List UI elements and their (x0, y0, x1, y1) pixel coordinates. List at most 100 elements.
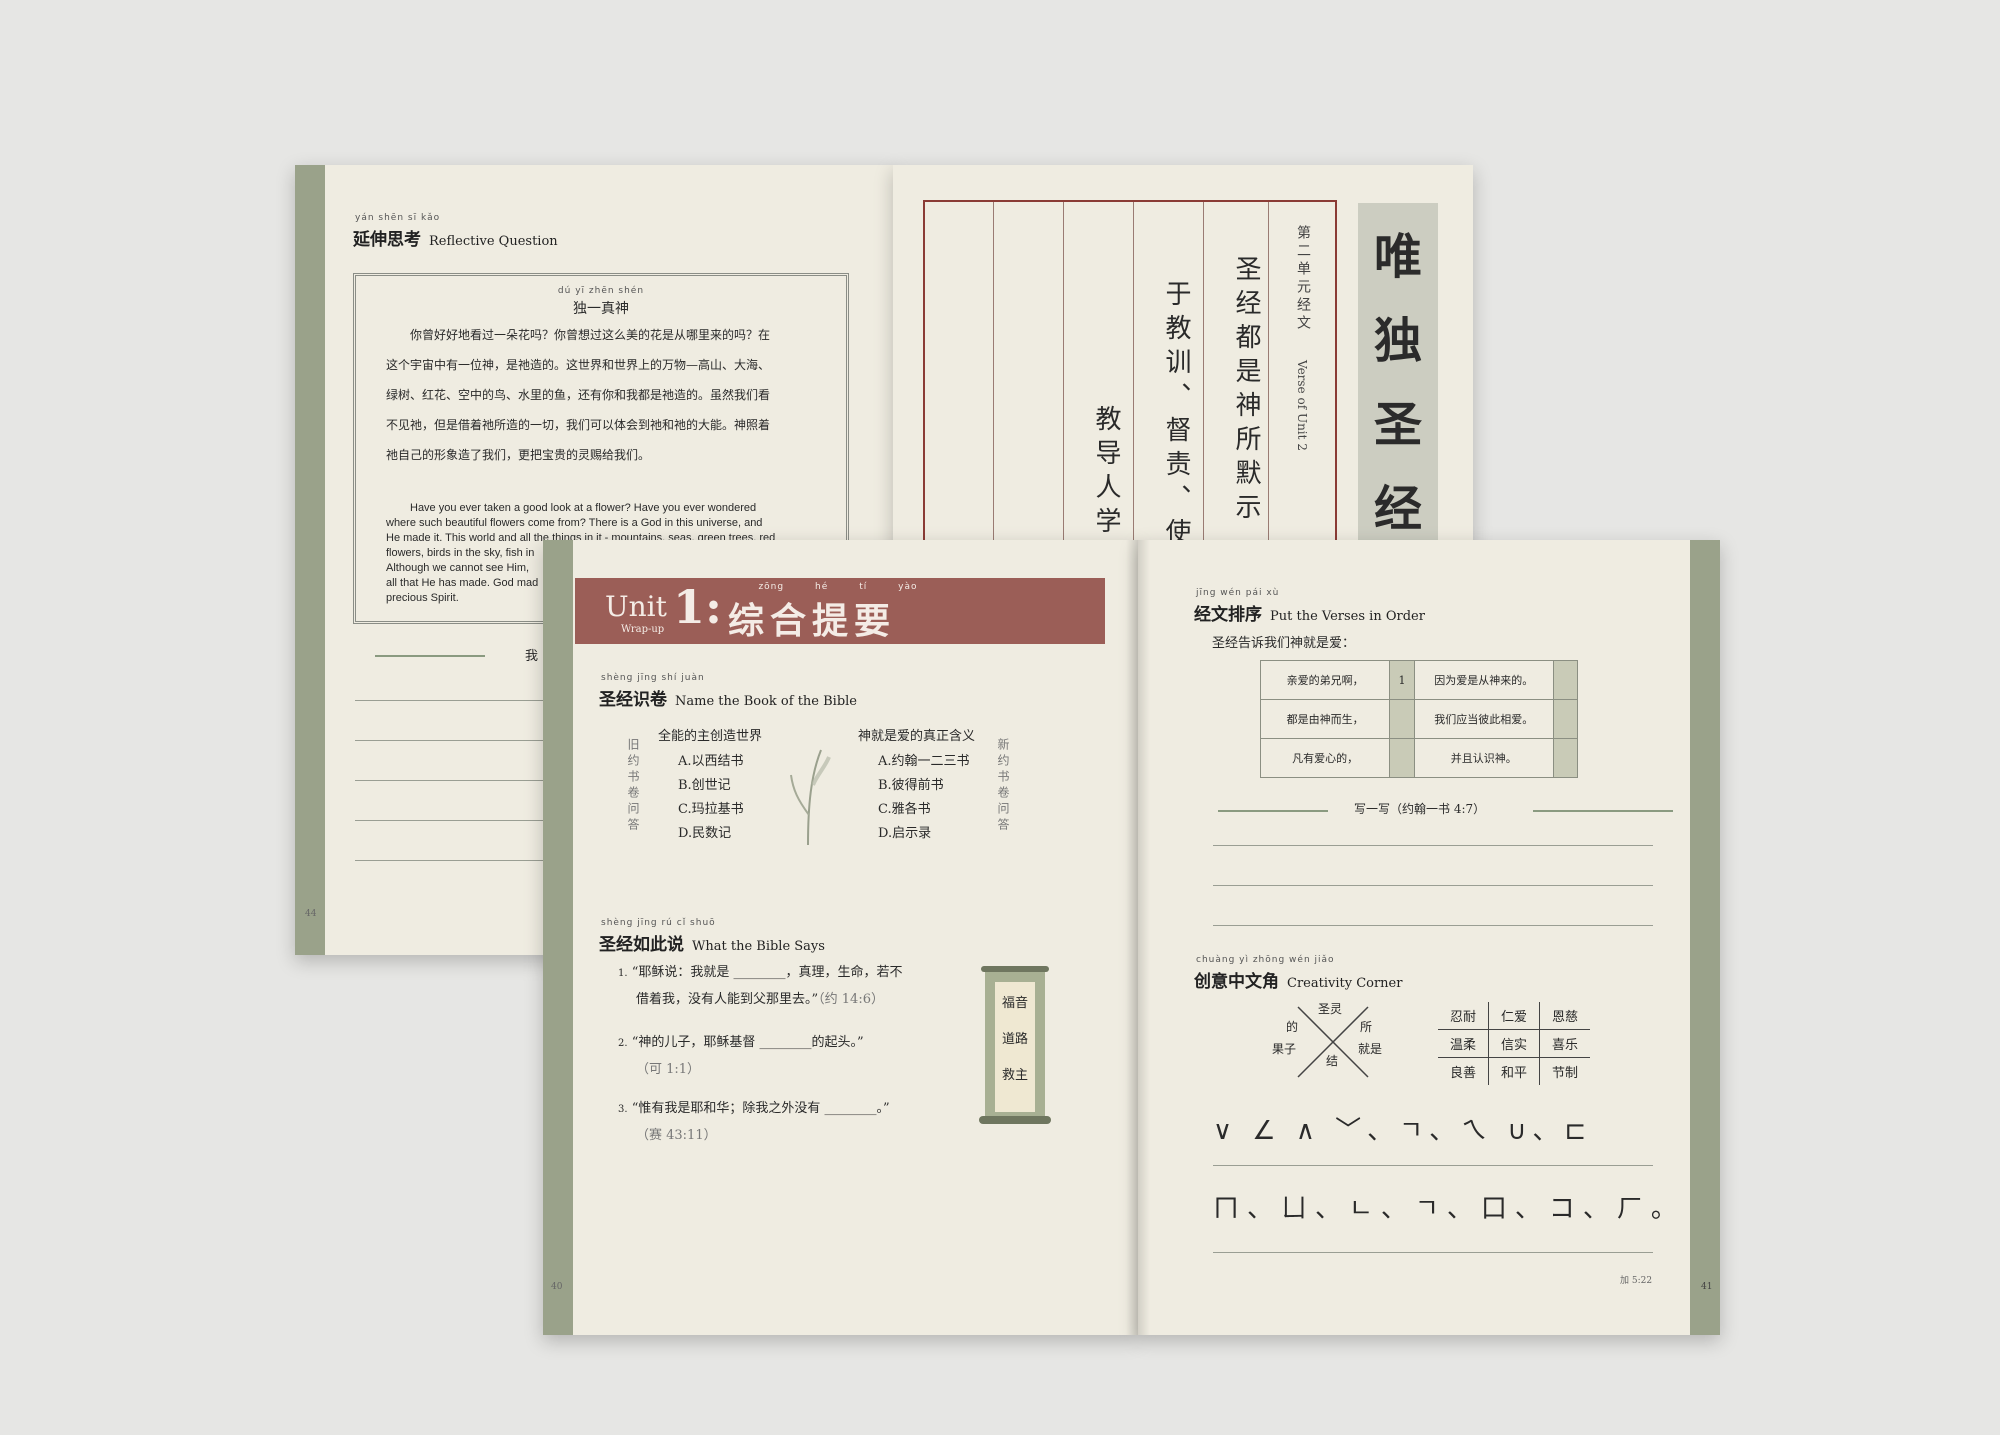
heading-en: Name the Book of the Bible (675, 694, 857, 709)
book-mockup-scene: yán shēn sī kǎo 延伸思考 Reflective Question … (0, 0, 2000, 1435)
verse-fragment: 我们应当彼此相爱。 (1413, 699, 1554, 739)
column-rule (1133, 202, 1134, 565)
page-edge-band (543, 540, 573, 1335)
table-row: 凡有爱心的， 并且认识神。 (1259, 738, 1579, 778)
order-box[interactable]: 1 (1389, 660, 1415, 700)
table-row: 忍耐 仁爱 恩慈 (1438, 1002, 1591, 1030)
item-line: “耶稣说：我就是 ________，真理，生命，若不 (631, 965, 903, 980)
option: A.约翰一二三书 (878, 754, 970, 769)
verse-order-prompt: 圣经告诉我们神就是爱： (1212, 636, 1356, 651)
zh-line: 祂自己的形象造了我们，更把宝贵的灵赐给我们。 (386, 448, 651, 462)
front-book-left-page: Unit Wrap-up 1: zōng hé tí yào 综合提要 shèn… (543, 540, 1138, 1335)
question-1: 全能的主创造世界 (658, 729, 763, 744)
option: A.以西结书 (678, 754, 744, 769)
scroll-word: 福音 (1001, 996, 1028, 1011)
item-ref: （赛 43:11） (636, 1128, 717, 1143)
scroll-word: 道路 (1001, 1032, 1028, 1047)
item-line: “神的儿子，耶稣基督 ________的起头。” (631, 1035, 864, 1050)
verse-fragment: 因为爱是从神来的。 (1413, 660, 1554, 700)
zh-paragraph: 你曾好好地看过一朵花吗？你曾想过这么美的花是从哪里来的吗？在 这个宇宙中有一位神… (386, 320, 826, 470)
banner-unit-sub: Wrap-up (621, 624, 665, 635)
banner-unit-word: Unit (605, 590, 667, 623)
unit-label-en: Verse of Unit 2 (1295, 360, 1309, 451)
grid-word: 忍耐 (1438, 1002, 1490, 1030)
grid-word: 仁爱 (1488, 1002, 1541, 1030)
divider-line (1218, 810, 1328, 812)
shape-row-2: ㄇ、ㄩ、ㄴ、ㄱ、口、コ、ㄏ。 (1213, 1194, 1685, 1224)
order-box[interactable] (1552, 660, 1579, 700)
verse-fragment: 凡有爱心的， (1259, 738, 1391, 778)
heading-en: Creativity Corner (1287, 976, 1403, 991)
order-box[interactable] (1552, 738, 1579, 778)
spine-shadow (1126, 540, 1150, 1335)
table-row: 良善 和平 节制 (1438, 1057, 1590, 1085)
option: B.创世记 (678, 778, 731, 793)
table-row: 都是由神而生， 我们应当彼此相爱。 (1259, 699, 1579, 739)
option: D.民数记 (678, 826, 732, 841)
scroll-word: 救主 (1001, 1068, 1028, 1083)
zh-line: 这个宇宙中有一位神，是祂造的。这世界和世界上的万物—高山、大海、 (386, 358, 771, 372)
section-pinyin: shèng jīng rú cǐ shuō (601, 918, 716, 928)
banner-unit-number: 1: (673, 580, 722, 634)
scroll-bottom-rod (979, 1116, 1051, 1124)
banner-pinyin-syllable: tí (859, 582, 868, 592)
shape-row-1: ∨ ∠ ∧ ﹀、ㄱ、ㄟ ∪、⊏ (1213, 1116, 1593, 1146)
verse-reference: 加 5:22 (1620, 1276, 1653, 1286)
verse-fragment: 亲爱的弟兄啊， (1259, 660, 1391, 700)
writing-line (1213, 925, 1653, 926)
heading-zh: 经文排序 (1194, 605, 1262, 625)
page-edge-band (1690, 540, 1720, 1335)
calligraphy-char: 唯 (1373, 229, 1422, 285)
writing-line (1213, 1252, 1653, 1253)
heading-zh: 创意中文角 (1194, 972, 1279, 992)
calligraphy-char: 经 (1373, 481, 1422, 537)
heading-zh: 圣经如此说 (599, 935, 684, 955)
order-box[interactable] (1552, 699, 1579, 739)
zh-line: 你曾好好地看过一朵花吗？你曾想过这么美的花是从哪里来的吗？在 (410, 328, 771, 342)
option: C.玛拉基书 (678, 802, 744, 817)
verse-column-2: 于教训、督责、使 (1161, 280, 1191, 552)
calligraphy-title: 唯 独 圣 经 (1365, 215, 1431, 551)
option: B.彼得前书 (878, 778, 944, 793)
grid-word: 恩慈 (1539, 1002, 1591, 1030)
item-number: 1. (618, 968, 628, 979)
grid-word: 喜乐 (1539, 1029, 1591, 1058)
verse-order-heading: 经文排序 Put the Verses in Order (1194, 600, 1425, 625)
zh-line: 不见祂，但是借着祂所造的一切，我们可以体会到祂和祂的大能。神照着 (386, 418, 771, 432)
divider-line (1533, 810, 1673, 812)
banner-pinyin: zōng hé tí yào (743, 582, 933, 592)
section-pinyin: jīng wén pái xù (1196, 588, 1280, 598)
hanging-scroll: 福音 道路 救主 (979, 958, 1051, 1128)
page-edge-band (295, 165, 325, 955)
verse-frame (923, 200, 1337, 565)
writing-line (1213, 845, 1653, 846)
grid-word: 节制 (1552, 1066, 1579, 1081)
order-box[interactable] (1389, 699, 1415, 739)
section-pinyin: chuàng yì zhōng wén jiǎo (1196, 955, 1335, 965)
writing-line (1213, 885, 1653, 886)
writing-line (1213, 1165, 1653, 1166)
what-the-bible-says-heading: 圣经如此说 What the Bible Says (599, 930, 825, 955)
cross-word-left-top: 的 (1286, 1020, 1299, 1034)
old-testament-label: 旧约书卷问答 (626, 738, 640, 834)
box-title: 独一真神 (573, 301, 629, 317)
creativity-corner-heading: 创意中文角 Creativity Corner (1194, 967, 1402, 992)
fill-item-1: 1. “耶稣说：我就是 ________，真理，生命，若不 借着我，没有人能到父… (618, 960, 902, 1013)
section-pinyin: shèng jīng shí juàn (601, 673, 705, 683)
fill-item-3: 3. “惟有我是耶和华；除我之外没有 ________。” （赛 43:11） (618, 1096, 890, 1149)
banner-number: 1 (673, 580, 706, 634)
column-rule (1063, 202, 1064, 565)
order-box[interactable] (1389, 738, 1415, 778)
reflective-question-heading: 延伸思考 Reflective Question (353, 225, 558, 250)
column-rule (993, 202, 994, 565)
scroll-panel: 福音 道路 救主 (995, 982, 1035, 1112)
cross-word-bottom: 结 (1326, 1054, 1339, 1068)
new-testament-label: 新约书卷问答 (996, 738, 1010, 834)
grid-word: 良善 (1438, 1057, 1490, 1085)
item-number: 3. (618, 1104, 628, 1115)
banner-pinyin-syllable: hé (815, 582, 829, 592)
item-ref: （可 1:1） (636, 1062, 701, 1077)
heading-zh: 延伸思考 (353, 230, 421, 250)
verse-column-3: 教导人学 (1091, 405, 1121, 541)
cross-word-right: 就是 (1358, 1042, 1383, 1056)
